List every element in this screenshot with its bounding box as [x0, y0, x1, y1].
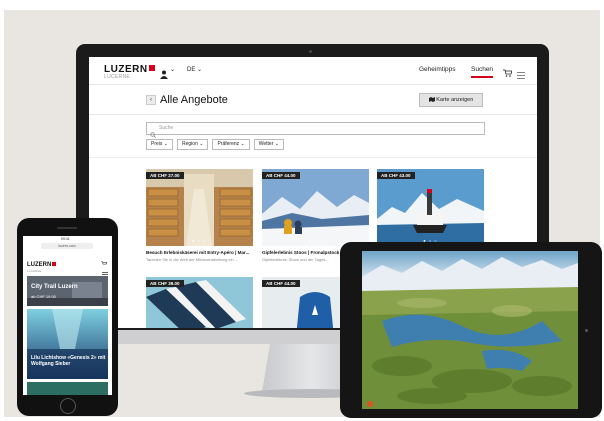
header-divider [89, 84, 537, 85]
filter-bar: Preis ⌄ Region ⌄ Präferenz ⌄ Wetter ⌄ [146, 139, 284, 150]
phone-offer-card[interactable] [27, 382, 108, 395]
offer-image: AB CHF 39.00 [146, 277, 253, 328]
price-badge: AB CHF 43.00 [377, 172, 415, 179]
filter-price-label: Preis [151, 141, 163, 147]
site-header: LUZERN LUCERNE ⌄ DE ⌄ Geheimtipps Suchen [89, 57, 537, 83]
logo-square-icon [148, 65, 155, 71]
phone-offer-title: City Trail Luzern [31, 284, 78, 290]
logo-subtitle: LUCERNE [27, 269, 42, 273]
map-icon [428, 97, 435, 103]
show-map-button[interactable]: Karte anzeigen [419, 93, 483, 107]
filter-region-label: Region [182, 141, 198, 147]
phone-url-bar[interactable]: luzern.com [41, 243, 93, 249]
language-value: DE [187, 67, 196, 73]
cart-icon[interactable] [503, 64, 513, 82]
tablet-app-button[interactable] [367, 401, 373, 407]
phone-offer-subtitle: ab CHF 19.00 [31, 294, 56, 299]
filter-region[interactable]: Region ⌄ [177, 139, 209, 150]
phone-offer-card[interactable]: City Trail Luzern ab CHF 19.00 [27, 276, 108, 306]
offer-image: AB CHF 27.00 ● ○ ○ [146, 169, 253, 246]
site-logo[interactable]: LUZERN [27, 262, 57, 268]
phone-offer-title: Lilu Lichtshow «Genesis 2» mit Wolfgang … [31, 355, 106, 367]
filter-weather-label: Wetter [258, 141, 274, 147]
menu-icon[interactable] [517, 66, 525, 84]
panorama-map[interactable] [362, 251, 578, 409]
price-badge: AB CHF 39.00 [146, 280, 184, 287]
offer-image: AB CHF 44.00 ● ○ ○ [262, 169, 369, 246]
carousel-dots: ● ○ ○ [192, 238, 207, 243]
logo-square-icon [52, 262, 57, 266]
phone-status-bar: 09:41 [23, 236, 112, 242]
status-time: 09:41 [61, 237, 70, 241]
offer-description: Tauchen Sie in die Welt der Milchverarbe… [146, 257, 239, 262]
phone-screen: 09:41 luzern.com LUZERN LUCERNE City Tra… [23, 236, 112, 395]
search-input[interactable]: Suche [146, 122, 485, 138]
filter-divider [89, 157, 537, 158]
logo-text: LUZERN [27, 262, 52, 268]
phone-offer-card[interactable]: Lilu Lichtshow «Genesis 2» mit Wolfgang … [27, 309, 108, 379]
phone-speaker [57, 227, 77, 229]
title-divider [89, 114, 537, 115]
mockup-stage: LUZERN LUCERNE ⌄ DE ⌄ Geheimtipps Suchen… [0, 0, 604, 421]
show-map-label: Karte anzeigen [436, 97, 474, 103]
nav-search[interactable]: Suchen [471, 66, 493, 73]
search-placeholder: Suche [159, 125, 174, 131]
page-title: Alle Angebote [160, 94, 228, 106]
price-badge: AB CHF 44.00 [262, 280, 300, 287]
offer-image: AB CHF 43.00 ● ○ ○ [377, 169, 484, 246]
nav-active-underline [471, 76, 493, 78]
filter-preference[interactable]: Präferenz ⌄ [212, 139, 250, 150]
price-badge: AB CHF 27.00 [146, 172, 184, 179]
back-button[interactable]: ‹ [146, 95, 156, 105]
nav-secrets[interactable]: Geheimtipps [419, 66, 456, 73]
tablet-camera [585, 329, 588, 332]
filter-price[interactable]: Preis ⌄ [146, 139, 173, 150]
phone-home-button[interactable] [60, 398, 76, 414]
logo-subtitle: LUCERNE [104, 74, 130, 80]
offer-title: Besuch Erlebniskäserei mit Entry-Apéro |… [146, 250, 250, 255]
filter-weather[interactable]: Wetter ⌄ [253, 139, 284, 150]
language-select[interactable]: DE ⌄ [187, 66, 202, 73]
filter-preference-label: Präferenz [217, 141, 240, 147]
user-icon[interactable] [160, 66, 168, 84]
chevron-down-icon[interactable]: ⌄ [170, 66, 175, 73]
price-badge: AB CHF 44.00 [262, 172, 300, 179]
monitor-camera [309, 50, 312, 53]
